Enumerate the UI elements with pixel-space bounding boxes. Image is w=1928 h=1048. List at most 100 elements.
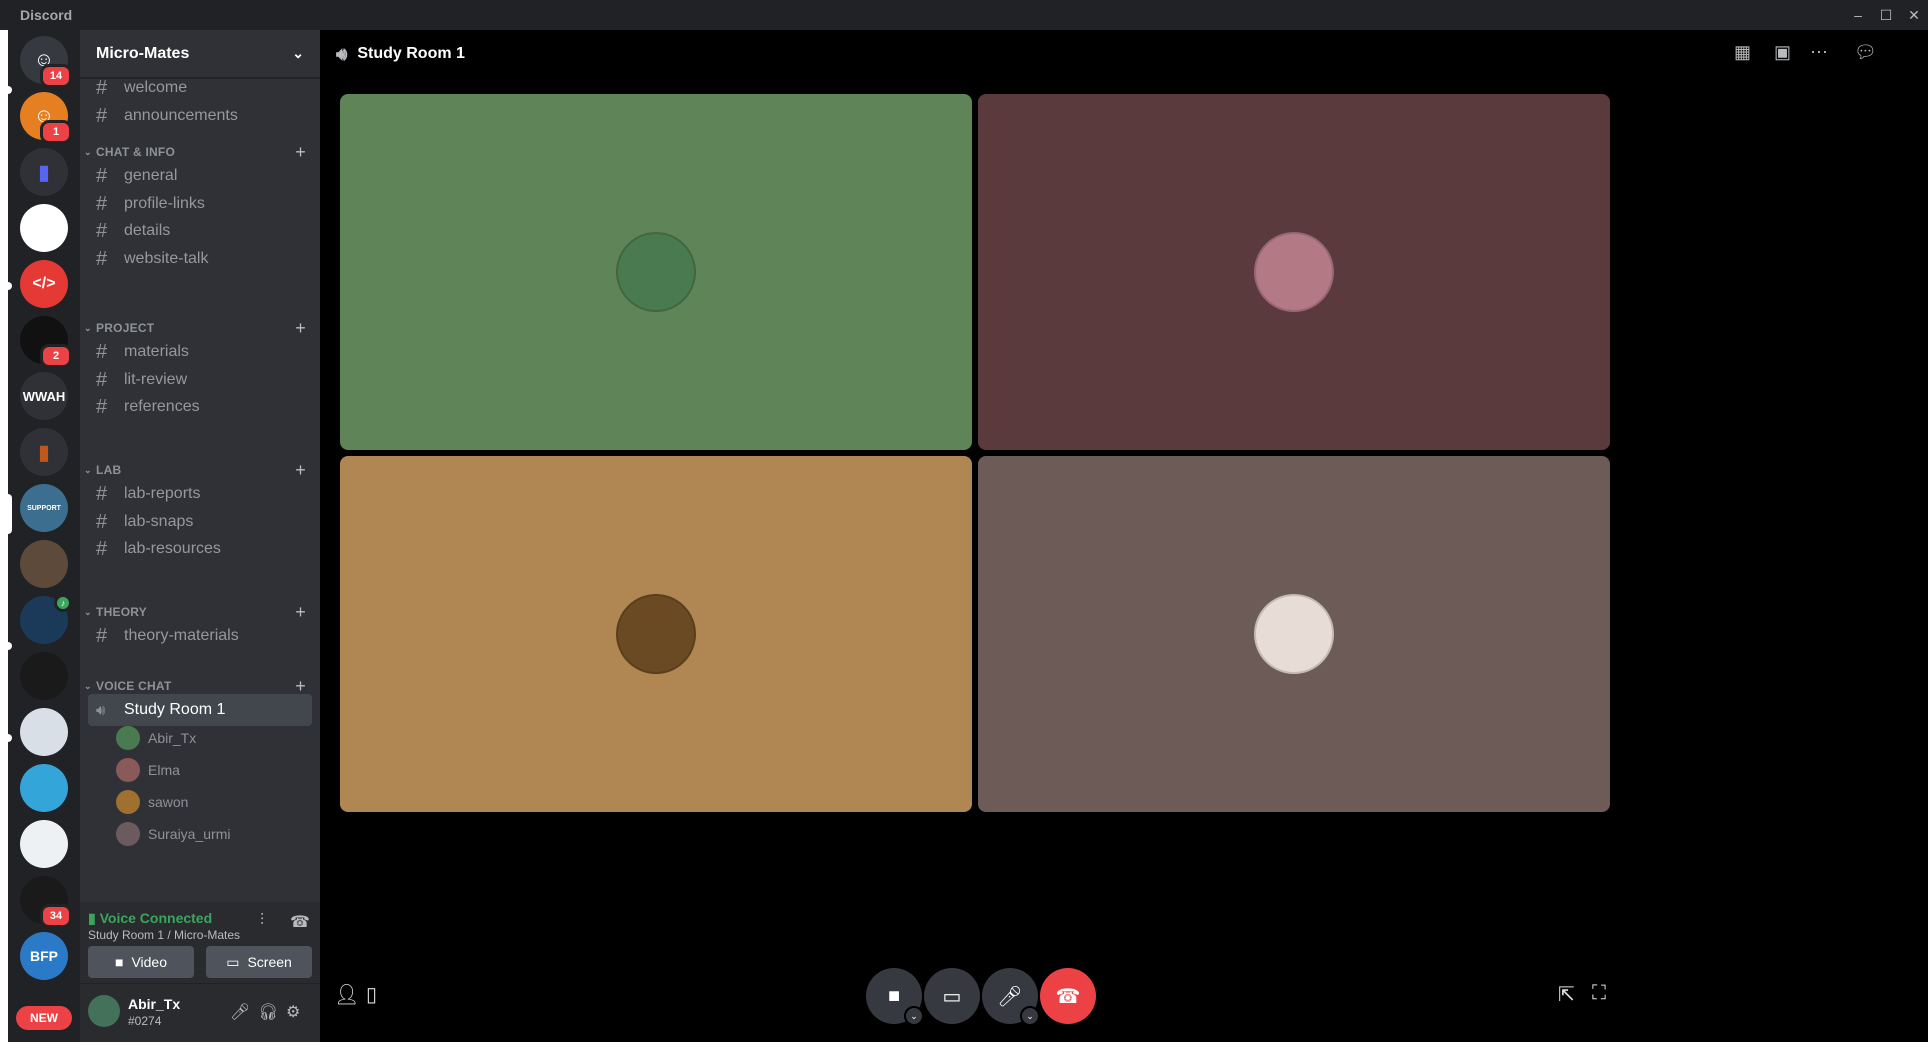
title-bar: Discord – ☐ ✕ <box>0 0 1928 30</box>
signal-icon: ▮ <box>88 910 96 926</box>
channel-website-talk[interactable]: # website-talk <box>88 243 312 275</box>
hash-icon: # <box>96 482 108 505</box>
channel-list: # welcome # announcements ⌄ CHAT & INFO + # g… <box>80 78 320 908</box>
channel-announcements[interactable]: # announcements <box>88 100 312 132</box>
avatar <box>116 726 140 750</box>
speaker-icon: ♪ <box>54 594 72 612</box>
screen-share-button[interactable]: ▭ <box>924 968 980 1024</box>
headphones-icon[interactable]: 🎧︎ <box>258 1002 278 1022</box>
server-icon-photo[interactable] <box>20 540 68 588</box>
hash-icon: # <box>96 164 108 187</box>
maximize-button[interactable]: ☐ <box>1872 7 1900 24</box>
microphone-icon: 🎤︎ <box>997 985 1023 1008</box>
server-folder-orange[interactable]: ▮ <box>20 428 68 476</box>
video-button[interactable]: ■ Video <box>88 946 194 978</box>
voice-user[interactable]: Abir_Tx <box>116 724 196 752</box>
server-icon-map[interactable] <box>20 708 68 756</box>
notification-badge: 14 <box>40 64 72 88</box>
activity-icon[interactable]: ▯ <box>366 982 377 1007</box>
popout-icon[interactable]: ⇱ <box>1558 982 1575 1007</box>
server-icon-friends[interactable]: ☺ 1 <box>20 92 72 144</box>
chevron-down-icon[interactable]: ⌄ <box>904 1006 924 1026</box>
server-acronym: BFP <box>30 948 58 964</box>
voice-channel-study-room-1[interactable]: 🔊︎ Study Room 1 <box>88 694 312 726</box>
server-folder-blue[interactable]: ▮ <box>20 148 68 196</box>
category-chat-info[interactable]: ⌄ CHAT & INFO + <box>80 142 320 162</box>
microphone-button[interactable]: 🎤︎ ⌄ <box>982 968 1040 1026</box>
participant-tile[interactable] <box>978 94 1610 450</box>
hash-icon: # <box>96 192 108 215</box>
user-tag: #0274 <box>128 1014 162 1028</box>
username[interactable]: Abir_Tx <box>128 996 180 1012</box>
hash-icon: # <box>96 340 108 363</box>
noise-suppression-icon[interactable]: ⫶ <box>260 912 264 930</box>
channel-theory-materials[interactable]: # theory-materials <box>88 620 312 652</box>
avatar[interactable] <box>88 995 120 1027</box>
server-icon-red-team[interactable]: 34 <box>20 876 72 928</box>
unread-pill <box>8 642 12 650</box>
disconnect-icon[interactable]: ☎ <box>290 912 310 932</box>
server-icon-wwah[interactable]: WWAH <box>20 372 68 420</box>
avatar <box>616 594 696 674</box>
screen-share-button[interactable]: ▭ Screen <box>206 946 312 978</box>
voice-user[interactable]: sawon <box>116 788 188 816</box>
gear-icon[interactable]: ⚙ <box>286 1002 300 1022</box>
unread-pill <box>8 734 12 742</box>
caret-icon: ⌄ <box>84 322 92 333</box>
chat-icon[interactable]: 💬︎ <box>1854 42 1877 63</box>
voice-location[interactable]: Study Room 1 / Micro-Mates <box>88 928 240 942</box>
channel-references[interactable]: # references <box>88 391 312 423</box>
code-icon: </> <box>32 275 56 292</box>
screen-share-icon: ▭ <box>942 985 962 1008</box>
server-icon-pattern[interactable] <box>20 820 68 868</box>
voice-connection-panel: ▮ Voice Connected Study Room 1 / Micro-M… <box>80 902 320 984</box>
voice-user[interactable]: Suraiya_urmi <box>116 820 230 848</box>
folder-icon: ▮ <box>38 441 50 464</box>
server-icon-code[interactable]: </> <box>20 260 68 308</box>
server-icon-support[interactable]: SUPPORT <box>20 484 68 532</box>
caret-icon: ⌄ <box>84 680 92 691</box>
guild-header[interactable]: Micro-Mates ⌄ <box>80 30 320 78</box>
avatar <box>1254 594 1334 674</box>
focus-layout-icon[interactable]: ▣ <box>1774 42 1791 63</box>
invite-icon[interactable]: 👤︎ <box>334 982 359 1007</box>
server-icon-bfp[interactable]: BFP <box>20 932 68 980</box>
server-icon-home[interactable]: ☺ 14 <box>20 36 72 88</box>
fullscreen-icon[interactable]: ⛶ <box>1592 982 1606 1005</box>
participant-tile[interactable] <box>340 456 972 812</box>
close-button[interactable]: ✕ <box>1900 7 1928 24</box>
avatar <box>116 758 140 782</box>
minimize-button[interactable]: – <box>1844 7 1872 24</box>
channel-lab-resources[interactable]: # lab-resources <box>88 533 312 565</box>
server-rail: ☺ 14 ☺ 1 ▮ </> 2 WWAH ▮ SUPPORT ♪ 34 BFP… <box>8 30 80 1042</box>
server-icon-game[interactable]: ♪ <box>20 594 72 644</box>
category-theory[interactable]: ⌄ THEORY + <box>80 602 320 622</box>
notification-badge: 34 <box>40 904 72 928</box>
category-voice-chat[interactable]: ⌄ VOICE CHAT + <box>80 676 320 696</box>
server-label: SUPPORT <box>27 504 61 512</box>
disconnect-button[interactable]: ☎ <box>1040 968 1096 1024</box>
microphone-icon[interactable]: 🎤︎ <box>230 1002 250 1022</box>
user-panel: Abir_Tx #0274 🎤︎ 🎧︎ ⚙ <box>80 984 320 1042</box>
app-name: Discord <box>20 7 73 23</box>
category-project[interactable]: ⌄ PROJECT + <box>80 318 320 338</box>
camera-icon: ■ <box>887 984 901 1007</box>
voice-status[interactable]: ▮ Voice Connected <box>88 910 212 927</box>
selected-pill <box>8 494 12 534</box>
server-icon-red-logo[interactable] <box>20 652 68 700</box>
more-options-icon[interactable]: ⋯ <box>1810 42 1828 63</box>
participant-tile[interactable] <box>340 94 972 450</box>
participant-tile[interactable] <box>978 456 1610 812</box>
server-icon-cartoon[interactable] <box>20 764 68 812</box>
camera-button[interactable]: ■ ⌄ <box>866 968 924 1026</box>
chevron-down-icon[interactable]: ⌄ <box>1020 1006 1040 1026</box>
hash-icon: # <box>96 537 108 560</box>
server-acronym: WWAH <box>22 388 66 404</box>
grid-layout-icon[interactable]: ▦ <box>1734 42 1751 63</box>
new-badge[interactable]: NEW <box>16 1006 72 1030</box>
voice-user[interactable]: Elma <box>116 756 180 784</box>
category-lab[interactable]: ⌄ LAB + <box>80 460 320 480</box>
server-icon-venom[interactable]: 2 <box>20 316 72 368</box>
hash-icon: # <box>96 510 108 533</box>
server-icon-aiubpc[interactable] <box>20 204 68 252</box>
